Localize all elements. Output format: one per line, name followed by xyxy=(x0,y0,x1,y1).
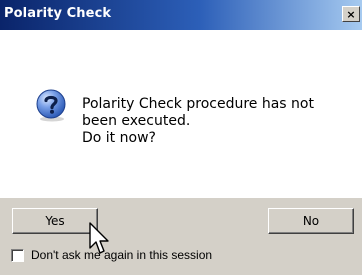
message-line: Do it now? xyxy=(82,130,156,146)
close-icon: × xyxy=(346,7,356,21)
message-line: Polarity Check procedure has not xyxy=(82,96,314,112)
dont-ask-again-checkbox[interactable] xyxy=(11,249,24,262)
mouse-pointer-icon xyxy=(89,222,109,254)
question-icon xyxy=(36,89,66,122)
no-button-label: No xyxy=(302,214,320,228)
polarity-check-dialog: Polarity Check × Polarity Check procedur… xyxy=(0,0,362,275)
dialog-title: Polarity Check xyxy=(4,6,112,21)
title-bar[interactable]: Polarity Check × xyxy=(0,0,362,30)
message-line: been executed. xyxy=(82,113,191,129)
dialog-message: Polarity Check procedure has not been ex… xyxy=(82,96,314,147)
no-button[interactable]: No xyxy=(268,208,354,234)
yes-button-label: Yes xyxy=(45,214,65,228)
yes-button[interactable]: Yes xyxy=(12,208,98,234)
close-button[interactable]: × xyxy=(342,6,360,22)
dont-ask-again-label[interactable]: Don't ask me again in this session xyxy=(31,248,212,262)
